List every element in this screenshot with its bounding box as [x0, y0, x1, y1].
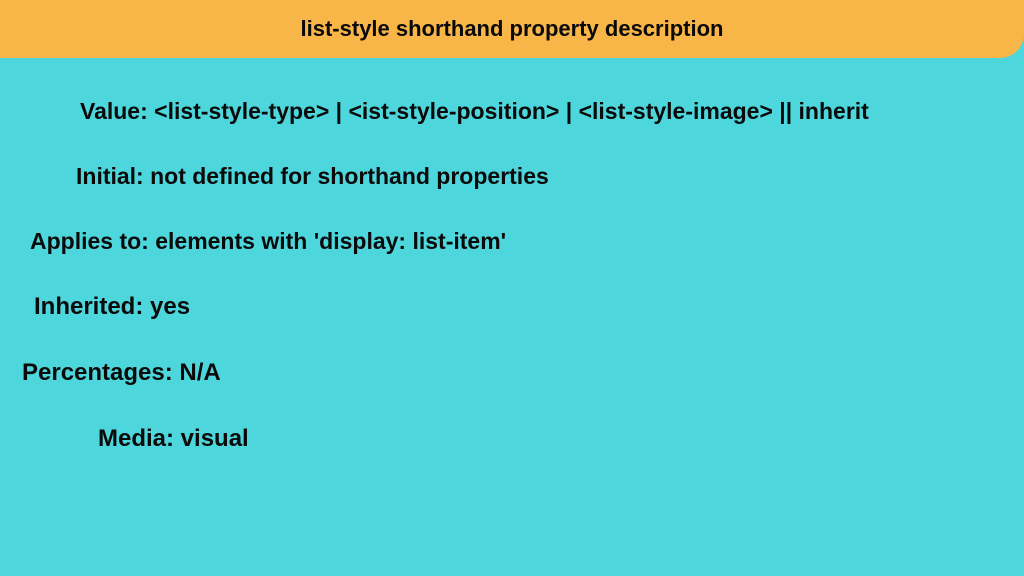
header-bar: list-style shorthand property descriptio…	[0, 0, 1024, 58]
property-value-row: Value: <list-style-type> | <ist-style-po…	[80, 98, 1004, 125]
property-percentages-row: Percentages: N/A	[22, 359, 1004, 387]
content-area: Value: <list-style-type> | <ist-style-po…	[0, 58, 1024, 511]
page-title: list-style shorthand property descriptio…	[301, 16, 724, 42]
property-media-row: Media: visual	[98, 425, 1004, 453]
property-applies-row: Applies to: elements with 'display: list…	[30, 228, 1004, 255]
property-initial-row: Initial: not defined for shorthand prope…	[76, 163, 1004, 190]
property-inherited-row: Inherited: yes	[34, 293, 1004, 321]
